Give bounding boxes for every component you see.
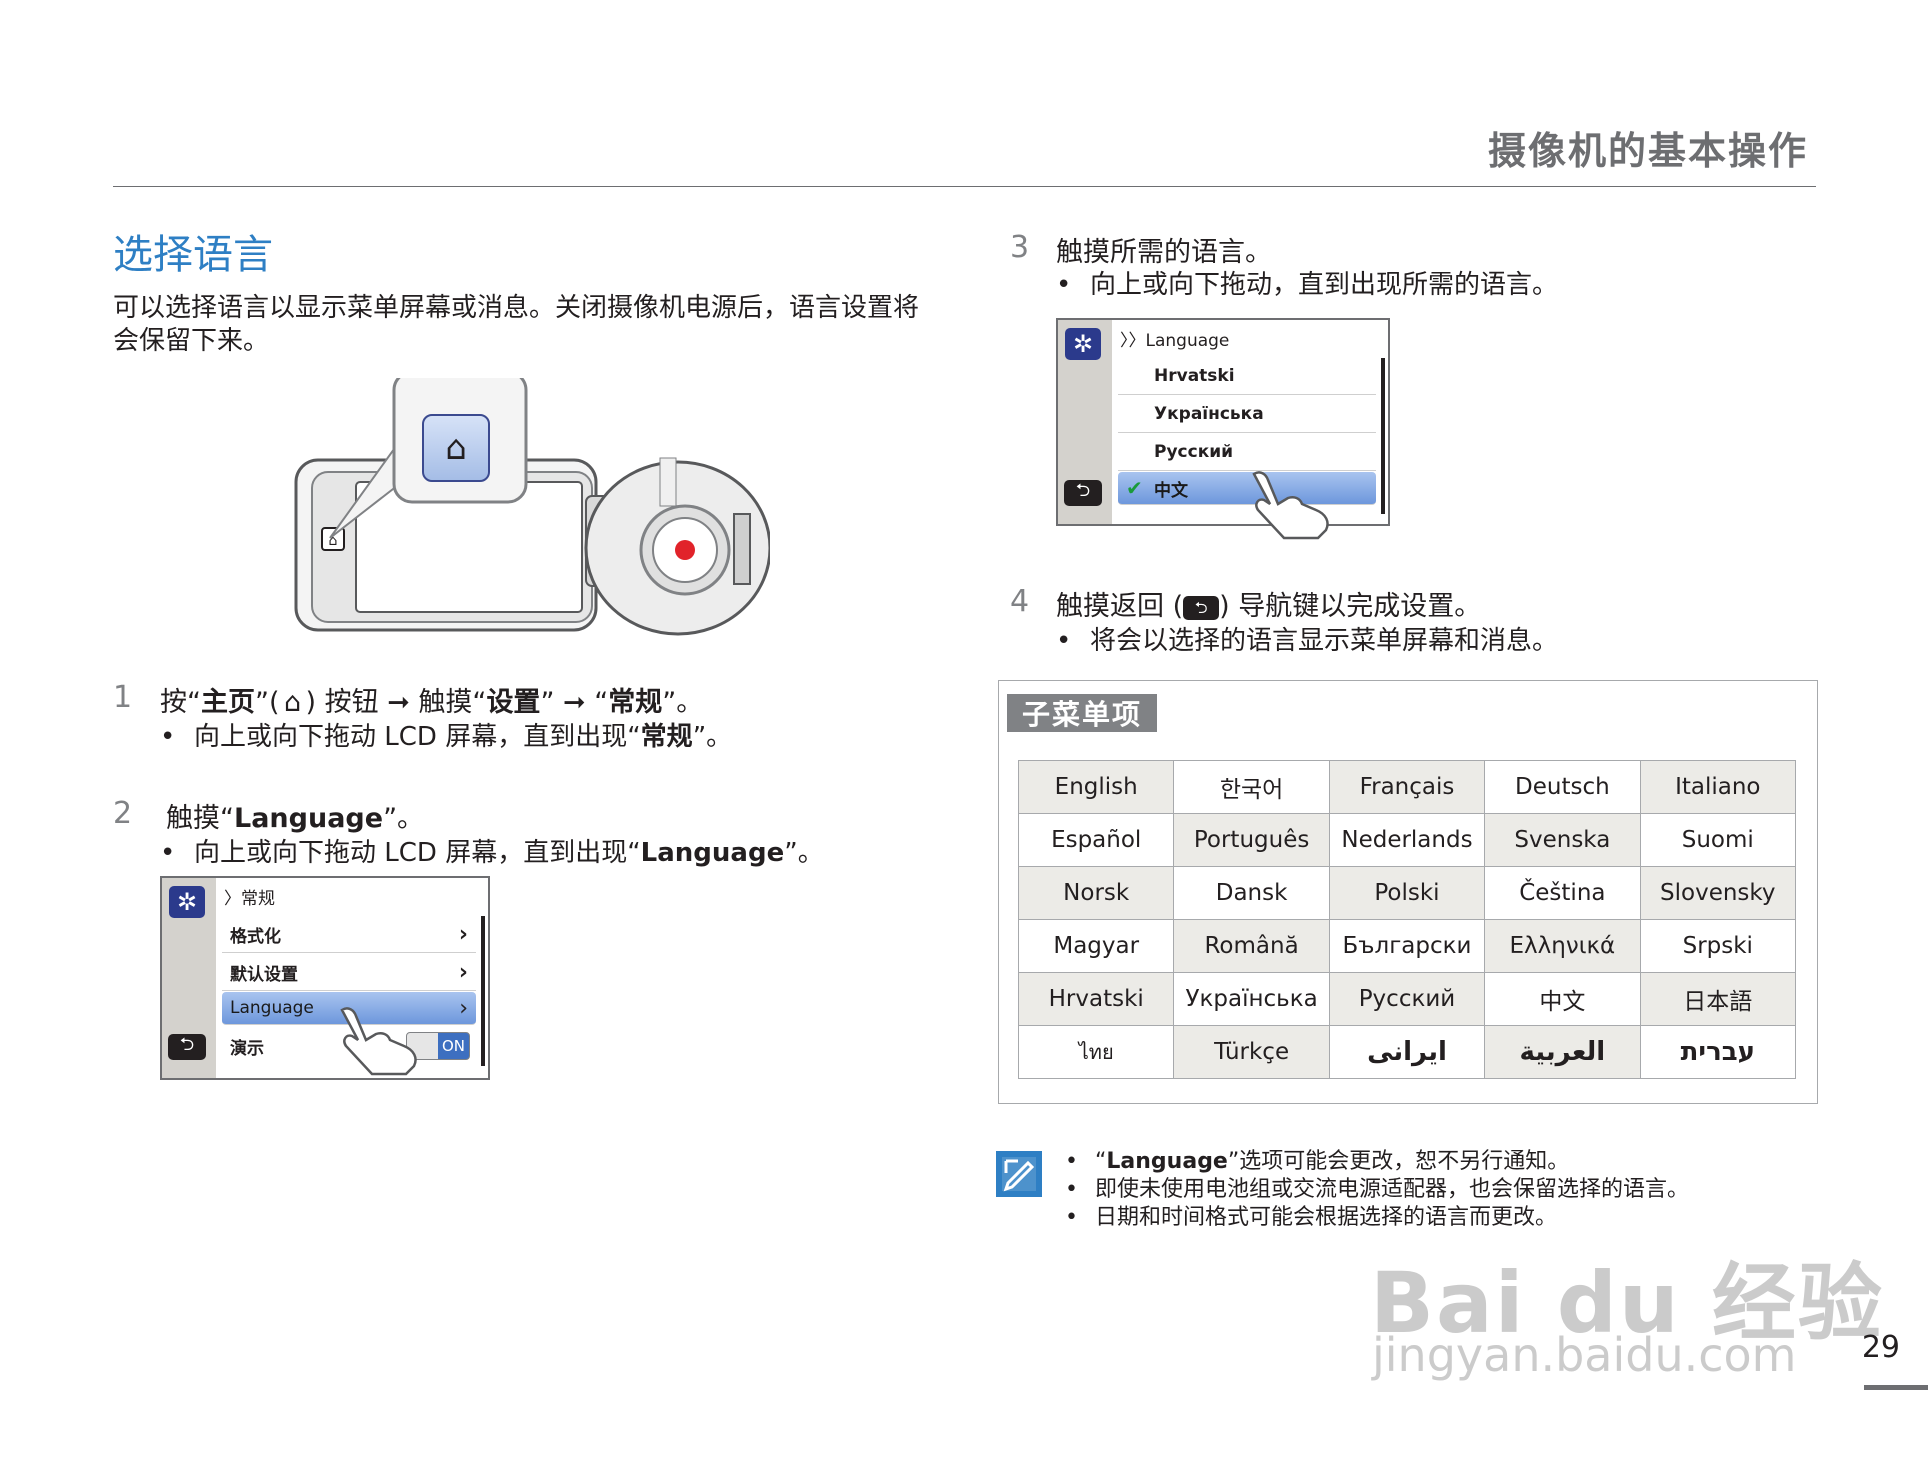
step-1-number: 1 (113, 680, 133, 715)
table-cell: Українська (1173, 972, 1330, 1026)
table-cell: Suomi (1639, 813, 1797, 867)
note-item: • 即使未使用电池组或交流电源适配器，也会保留选择的语言。 (1065, 1177, 1690, 1202)
table-cell: Polski (1328, 866, 1486, 920)
table-cell: Čeština (1484, 866, 1641, 920)
table-row: Español Português Nederlands Svenska Suo… (1017, 813, 1797, 867)
gear-icon[interactable]: ✲ (169, 886, 205, 918)
table-cell: Български (1328, 919, 1486, 973)
table-cell: Slovensky (1639, 866, 1797, 920)
step-4-bullet: • 将会以选择的语言显示菜单屏幕和消息。 (1056, 626, 1559, 656)
table-cell: עברית (1639, 1025, 1797, 1079)
table-cell: Türkçe (1173, 1025, 1330, 1079)
step-3-number: 3 (1010, 230, 1030, 265)
table-cell: Magyar (1017, 919, 1175, 973)
step-4-text: 触摸返回 (⮌) 导航键以完成设置。 (1056, 591, 1482, 622)
touch-hand-icon (1252, 471, 1329, 540)
table-cell: Română (1173, 919, 1330, 973)
gear-icon[interactable]: ✲ (1065, 328, 1101, 360)
baidu-watermark-url: jingyan.baidu.com (1372, 1328, 1797, 1382)
table-cell: Русский (1328, 972, 1486, 1026)
step-2-bullet: • 向上或向下拖动 LCD 屏幕，直到出现“Language”。 (160, 838, 824, 868)
note-item: • 日期和时间格式可能会根据选择的语言而更改。 (1065, 1205, 1558, 1230)
table-cell: English (1017, 760, 1175, 814)
menu-item-format[interactable]: 格式化 › (222, 916, 476, 953)
chevron-right-icon: › (458, 921, 468, 947)
note-item: • “Language”选项可能会更改，恕不另行通知。 (1065, 1149, 1570, 1174)
table-cell: Français (1328, 760, 1486, 814)
table-cell: Hrvatski (1017, 972, 1175, 1026)
section-title: 选择语言 (113, 232, 273, 278)
table-cell: 中文 (1484, 972, 1641, 1026)
step-1-text: 按“主页”(⌂) 按钮 ➞ 触摸“设置” ➞ “常规”。 (160, 687, 704, 718)
touch-hand-icon (340, 1007, 417, 1076)
page-number: 29 (1861, 1330, 1900, 1365)
lcd-scrollbar[interactable] (1381, 358, 1385, 514)
table-cell: Ελληνικά (1484, 919, 1641, 973)
submenu-title: 子菜单项 (1007, 694, 1157, 732)
table-cell: Srpski (1639, 919, 1797, 973)
language-table: English 한국어 Français Deutsch Italiano Es… (1017, 760, 1797, 1079)
chevron-right-icon: › (458, 959, 468, 985)
step-2-number: 2 (113, 796, 133, 831)
table-cell: العربية (1484, 1025, 1641, 1079)
step-2-text: 触摸“Language”。 (166, 803, 425, 834)
table-cell: Svenska (1484, 813, 1641, 867)
note-icon (996, 1151, 1042, 1197)
table-row: Norsk Dansk Polski Čeština Slovensky (1017, 866, 1797, 920)
header-divider (113, 186, 1816, 187)
table-cell: Norsk (1017, 866, 1175, 920)
table-row: English 한국어 Français Deutsch Italiano (1017, 760, 1797, 814)
lcd-language-menu: ✲ ⮌ 〉〉Language Hrvatski Українська Русск… (1056, 318, 1390, 540)
back-icon[interactable]: ⮌ (168, 1034, 206, 1060)
table-cell: Nederlands (1328, 813, 1486, 867)
lcd-general-menu: ✲ ⮌ 〉常规 格式化 › 默认设置 › Language › 演示 ON (160, 876, 490, 1080)
language-option-russian[interactable]: Русский (1118, 434, 1376, 471)
chapter-title: 摄像机的基本操作 (1487, 129, 1808, 173)
home-icon: ⌂ (422, 414, 490, 482)
table-row: ไทย Türkçe ایرانی العربية עברית (1017, 1025, 1797, 1079)
step-1-bullet: • 向上或向下拖动 LCD 屏幕，直到出现“常规”。 (160, 722, 733, 752)
lcd-breadcrumb: 〉〉Language (1120, 331, 1230, 351)
step-3-bullet: • 向上或向下拖动，直到出现所需的语言。 (1056, 270, 1559, 300)
step-4-number: 4 (1010, 584, 1030, 619)
check-icon: ✔ (1126, 476, 1143, 500)
back-icon[interactable]: ⮌ (1064, 480, 1102, 506)
table-cell: 日本語 (1639, 972, 1797, 1026)
table-cell: Dansk (1173, 866, 1330, 920)
table-cell: Italiano (1639, 760, 1797, 814)
back-icon: ⮌ (1183, 595, 1220, 620)
table-row: Hrvatski Українська Русский 中文 日本語 (1017, 972, 1797, 1026)
table-cell: Português (1173, 813, 1330, 867)
lcd-breadcrumb: 〉常规 (224, 889, 275, 909)
intro-paragraph: 可以选择语言以显示菜单屏幕或消息。关闭摄像机电源后，语言设置将会保留下来。 (113, 293, 920, 356)
language-option-hrvatski[interactable]: Hrvatski (1118, 358, 1376, 395)
table-cell: ایرانی (1328, 1025, 1486, 1079)
notes-list: • “Language”选项可能会更改，恕不另行通知。 • 即使未使用电池组或交流电… (1065, 1148, 1689, 1232)
language-option-ukrainian[interactable]: Українська (1118, 396, 1376, 433)
page-number-bar (1864, 1385, 1928, 1390)
table-row: Magyar Română Български Ελληνικά Srpski (1017, 919, 1797, 973)
table-cell: Español (1017, 813, 1175, 867)
table-cell: Deutsch (1484, 760, 1641, 814)
home-icon: ⌂ (283, 687, 302, 718)
camcorder-illustration: ⌂ (294, 378, 770, 636)
menu-item-default-settings[interactable]: 默认设置 › (222, 954, 476, 991)
table-cell: 한국어 (1173, 760, 1330, 814)
chevron-right-icon: › (459, 995, 468, 1021)
table-cell: ไทย (1017, 1025, 1175, 1079)
lcd-scrollbar[interactable] (481, 916, 485, 1066)
